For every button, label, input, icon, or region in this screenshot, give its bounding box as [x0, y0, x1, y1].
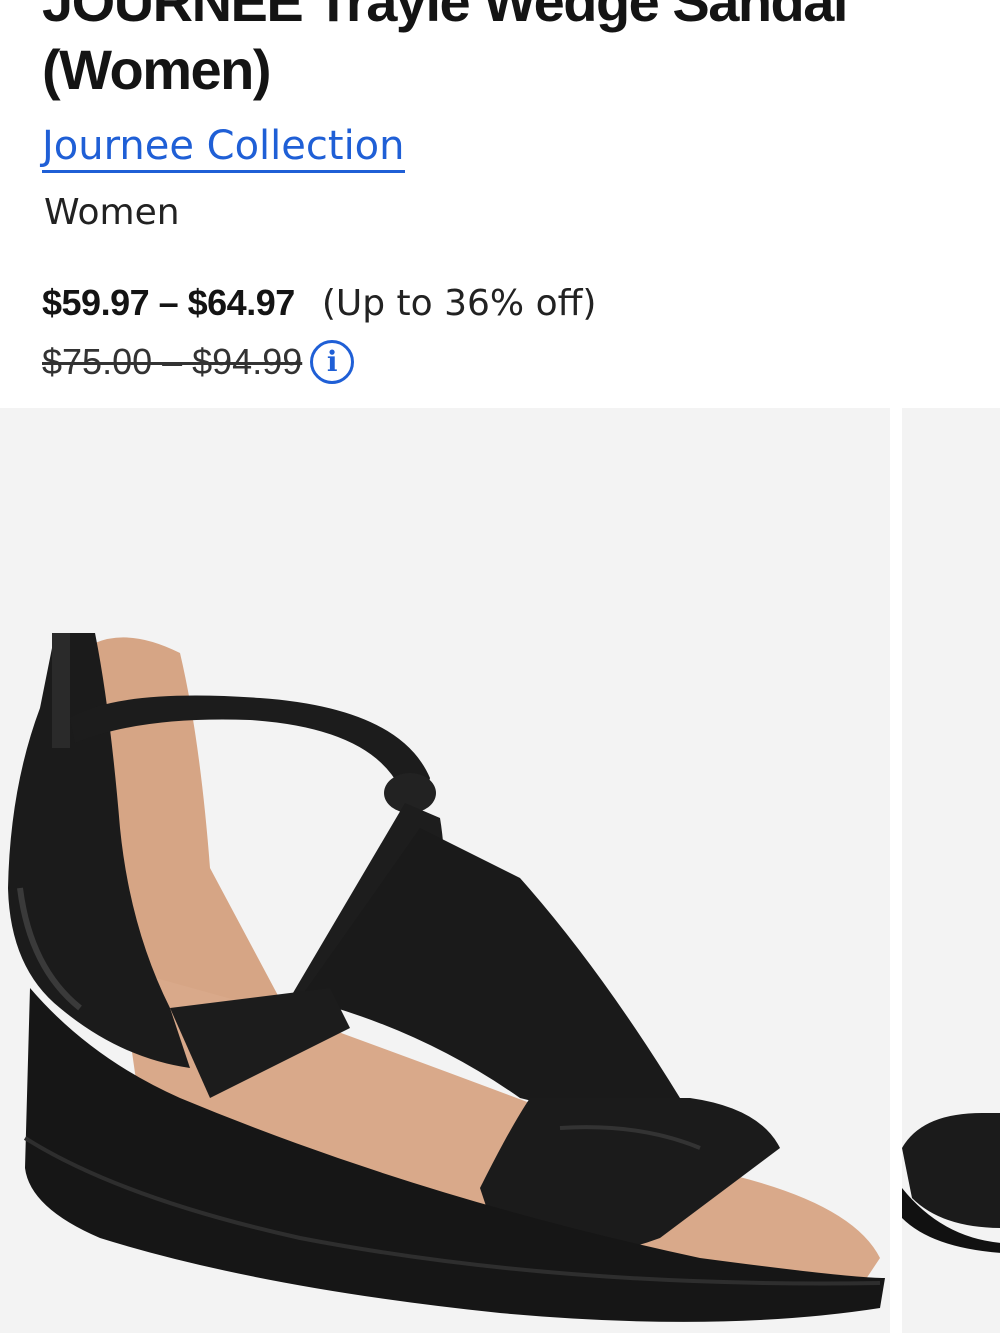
discount-note: (Up to 36% off)	[321, 283, 597, 324]
product-image-main[interactable]	[0, 408, 890, 1333]
product-title-line-2: (Women)	[42, 38, 272, 101]
original-price-row: $75.00 – $94.99 i	[42, 340, 355, 384]
original-price: $75.00 – $94.99	[42, 341, 303, 382]
brand-link[interactable]: Journee Collection	[42, 124, 405, 173]
product-image-secondary[interactable]	[902, 408, 1000, 1333]
category-label: Women	[44, 192, 180, 233]
product-image-gallery[interactable]	[0, 408, 1000, 1333]
product-title-line-1: JOURNEE Trayle Wedge Sandal	[42, 0, 848, 33]
price-row: $59.97 – $64.97 (Up to 36% off)	[42, 282, 596, 324]
sandal-illustration	[8, 633, 885, 1322]
sandal-illustration-secondary	[902, 1113, 1000, 1253]
info-icon[interactable]: i	[310, 340, 355, 384]
sale-price: $59.97 – $64.97	[42, 282, 295, 323]
